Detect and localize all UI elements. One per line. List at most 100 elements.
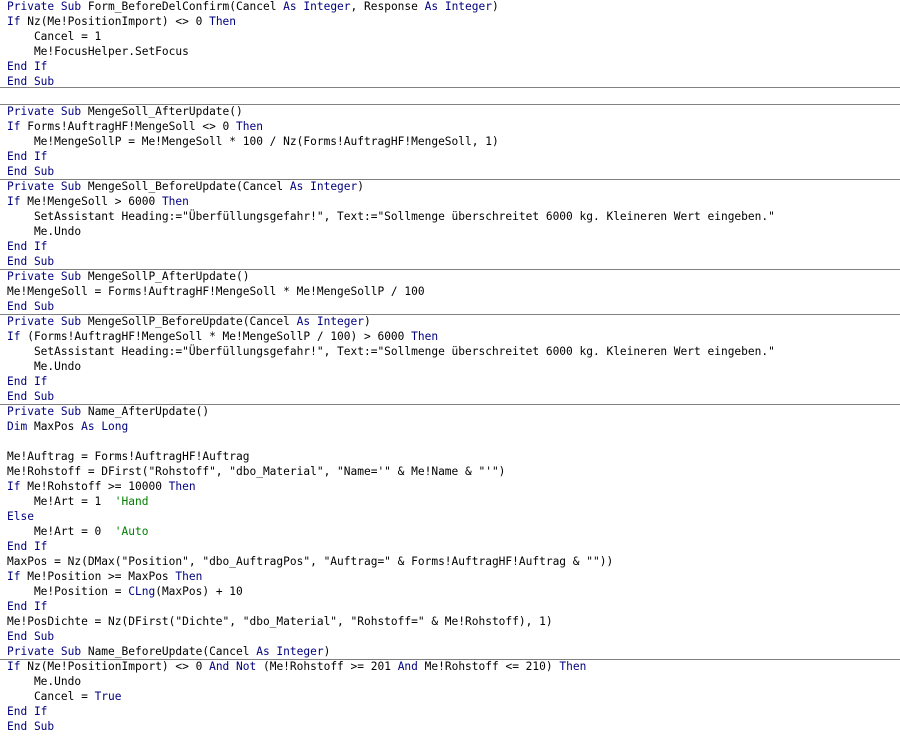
- code-line[interactable]: Me!MengeSollP = Me!MengeSoll * 100 / Nz(…: [7, 134, 499, 149]
- keyword-token: If: [7, 570, 28, 583]
- procedure-separator: [0, 179, 900, 180]
- code-token: MaxPos: [33, 420, 82, 433]
- code-token: , Response: [350, 0, 425, 13]
- keyword-token: Private Sub: [7, 405, 88, 418]
- code-line[interactable]: Private Sub MengeSoll_BeforeUpdate(Cance…: [7, 179, 364, 194]
- keyword-token: And: [397, 660, 418, 673]
- code-line[interactable]: End If: [7, 149, 47, 164]
- code-line[interactable]: Me.Undo: [7, 674, 81, 689]
- code-line[interactable]: SetAssistant Heading:="Überfüllungsgefah…: [7, 344, 775, 359]
- code-line[interactable]: Cancel = 1: [7, 29, 101, 44]
- keyword-token: Private Sub: [7, 315, 88, 328]
- code-token: Nz(Me!PositionImport) <> 0: [27, 15, 210, 28]
- comment-token: 'Auto: [114, 525, 149, 538]
- code-line[interactable]: Me!Art = 1 'Hand: [7, 494, 149, 509]
- code-line[interactable]: Private Sub Name_BeforeUpdate(Cancel As …: [7, 644, 330, 659]
- code-token: Me.Undo: [7, 225, 82, 238]
- code-line[interactable]: Private Sub Name_AfterUpdate(): [7, 404, 209, 419]
- keyword-token: Then: [168, 480, 196, 493]
- code-line[interactable]: End Sub: [7, 254, 54, 269]
- code-line[interactable]: Private Sub MengeSollP_BeforeUpdate(Canc…: [7, 314, 371, 329]
- code-line[interactable]: Me!MengeSoll = Forms!AuftragHF!MengeSoll…: [7, 284, 425, 299]
- code-token: Name_BeforeUpdate(Cancel: [87, 645, 257, 658]
- code-line[interactable]: End Sub: [7, 299, 54, 314]
- keyword-token: If: [7, 120, 28, 133]
- code-token: Me!Rohstoff = DFirst("Rohstoff", "dbo_Ma…: [7, 465, 506, 478]
- code-line[interactable]: End If: [7, 239, 47, 254]
- code-token: Me.Undo: [7, 360, 82, 373]
- code-line[interactable]: Me!Position = CLng(MaxPos) + 10: [7, 584, 243, 599]
- code-line[interactable]: If Me!Rohstoff >= 10000 Then: [7, 479, 196, 494]
- code-line[interactable]: Me!Art = 0 'Auto: [7, 524, 149, 539]
- comment-token: 'Hand: [114, 495, 149, 508]
- code-line[interactable]: Private Sub MengeSollP_AfterUpdate(): [7, 269, 249, 284]
- code-token: Me!Position >= MaxPos: [27, 570, 176, 583]
- code-line[interactable]: Me!FocusHelper.SetFocus: [7, 44, 189, 59]
- code-line[interactable]: End If: [7, 59, 47, 74]
- code-line[interactable]: Me!Rohstoff = DFirst("Rohstoff", "dbo_Ma…: [7, 464, 505, 479]
- code-line[interactable]: If Me!Position >= MaxPos Then: [7, 569, 202, 584]
- code-line[interactable]: End If: [7, 539, 47, 554]
- code-token: Name_AfterUpdate(): [87, 405, 210, 418]
- code-line[interactable]: Else: [7, 509, 34, 524]
- code-token: Me!MengeSollP = Me!MengeSoll * 100 / Nz(…: [7, 135, 499, 148]
- keyword-token: CLng: [128, 585, 156, 598]
- keyword-token: End If: [7, 540, 48, 553]
- code-token: ): [357, 180, 365, 193]
- code-line[interactable]: End If: [7, 599, 47, 614]
- code-token: Cancel: [236, 0, 284, 13]
- code-line[interactable]: End Sub: [7, 719, 54, 734]
- code-line[interactable]: If Forms!AuftragHF!MengeSoll <> 0 Then: [7, 119, 263, 134]
- keyword-token: End If: [7, 60, 48, 73]
- keyword-token: If: [7, 195, 28, 208]
- keyword-token: As Integer: [283, 0, 351, 13]
- code-editor-window[interactable]: Private Sub Form_BeforeDelConfirm(Cancel…: [0, 0, 900, 736]
- code-line[interactable]: MaxPos = Nz(DMax("Position", "dbo_Auftra…: [7, 554, 613, 569]
- code-token: Me!MengeSoll = Forms!AuftragHF!MengeSoll…: [7, 285, 425, 298]
- code-token: MengeSoll_BeforeUpdate(Cancel: [87, 180, 290, 193]
- code-line[interactable]: Me!Auftrag = Forms!AuftragHF!Auftrag: [7, 449, 249, 464]
- procedure-separator: [0, 659, 900, 660]
- code-line[interactable]: If (Forms!AuftragHF!MengeSoll * Me!Menge…: [7, 329, 438, 344]
- code-line[interactable]: End If: [7, 704, 47, 719]
- code-line[interactable]: Dim MaxPos As Long: [7, 419, 128, 434]
- keyword-token: As Integer: [424, 0, 492, 13]
- keyword-token: End Sub: [7, 390, 55, 403]
- keyword-token: Private Sub: [7, 645, 88, 658]
- procedure-separator: [0, 404, 900, 405]
- keyword-token: Then: [411, 330, 439, 343]
- keyword-token: Else: [7, 510, 34, 523]
- code-line[interactable]: End Sub: [7, 389, 54, 404]
- code-token: Me!PosDichte = Nz(DFirst("Dichte", "dbo_…: [7, 615, 553, 628]
- keyword-token: As Long: [81, 420, 129, 433]
- procedure-separator: [0, 87, 900, 88]
- code-line[interactable]: Private Sub MengeSoll_AfterUpdate(): [7, 104, 243, 119]
- keyword-token: And Not: [209, 660, 257, 673]
- code-token: Me!Rohstoff >= 10000: [27, 480, 169, 493]
- keyword-token: As Integer: [256, 645, 324, 658]
- code-token: Me!Art = 1: [7, 495, 115, 508]
- code-token: Cancel = 1: [7, 30, 102, 43]
- procedure-separator: [0, 314, 900, 315]
- keyword-token: Then: [175, 570, 203, 583]
- keyword-token: If: [7, 330, 28, 343]
- code-line[interactable]: Me.Undo: [7, 359, 81, 374]
- code-token: SetAssistant Heading:="Überfüllungsgefah…: [7, 345, 775, 358]
- code-token: (Me!Rohstoff >= 201: [256, 660, 398, 673]
- code-line[interactable]: Me.Undo: [7, 224, 81, 239]
- keyword-token: End If: [7, 375, 48, 388]
- code-token: MengeSoll_AfterUpdate(): [87, 105, 243, 118]
- code-line[interactable]: SetAssistant Heading:="Überfüllungsgefah…: [7, 209, 775, 224]
- procedure-separator: [0, 269, 900, 270]
- code-line[interactable]: If Me!MengeSoll > 6000 Then: [7, 194, 189, 209]
- code-line[interactable]: Cancel = True: [7, 689, 122, 704]
- code-token: Me!Art = 0: [7, 525, 115, 538]
- code-line[interactable]: If Nz(Me!PositionImport) <> 0 And Not (M…: [7, 659, 586, 674]
- code-line[interactable]: End If: [7, 374, 47, 389]
- code-line[interactable]: End Sub: [7, 629, 54, 644]
- code-line[interactable]: End Sub: [7, 164, 54, 179]
- code-token: Forms!AuftragHF!MengeSoll <> 0: [27, 120, 237, 133]
- code-line[interactable]: Private Sub Form_BeforeDelConfirm(Cancel…: [7, 0, 499, 14]
- code-line[interactable]: If Nz(Me!PositionImport) <> 0 Then: [7, 14, 236, 29]
- code-line[interactable]: Me!PosDichte = Nz(DFirst("Dichte", "dbo_…: [7, 614, 553, 629]
